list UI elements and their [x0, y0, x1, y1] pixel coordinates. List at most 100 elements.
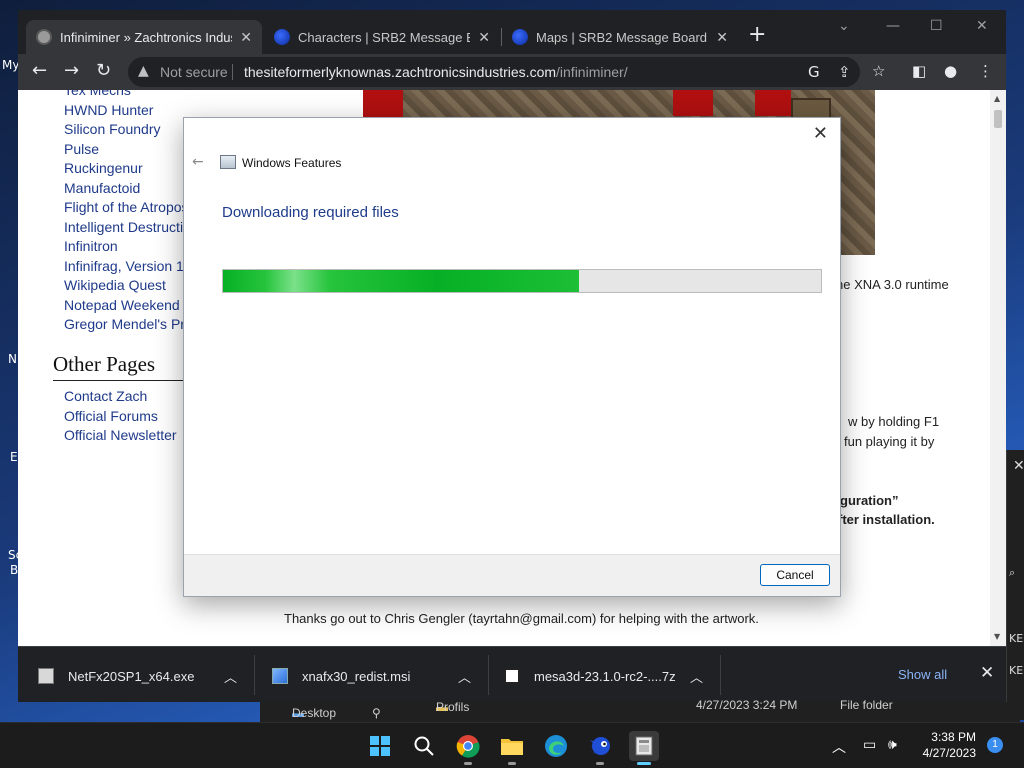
download-item[interactable]: xnafx30_redist.msi ︿ — [272, 659, 482, 693]
maximize-icon[interactable]: ☐ — [930, 18, 943, 34]
tab-characters[interactable]: Characters | SRB2 Message Boar ✕ — [264, 20, 500, 54]
chevron-up-icon[interactable]: ︿ — [458, 667, 471, 686]
sidebar-link[interactable]: Infinitron — [64, 238, 118, 254]
download-separator — [488, 655, 489, 695]
running-indicator — [464, 762, 472, 765]
sidebar-link[interactable]: Ruckingenur — [64, 160, 143, 176]
chevron-up-icon[interactable]: ︿ — [690, 667, 703, 686]
explorer-window-fragment: ✕ ⌕ KE KE — [1006, 450, 1024, 720]
file-explorer-icon[interactable] — [497, 731, 527, 765]
close-shelf-icon[interactable]: ✕ — [980, 663, 994, 683]
newsletter-link[interactable]: Official Newsletter — [64, 427, 177, 443]
search-icon: ⌕ — [1009, 566, 1016, 579]
warning-icon[interactable]: ▲ — [138, 63, 149, 79]
exe-icon — [38, 668, 54, 684]
dialog-footer: Cancel — [184, 554, 840, 596]
download-separator — [254, 655, 255, 695]
close-icon[interactable]: ✕ — [716, 29, 728, 46]
clock[interactable]: 3:38 PM 4/27/2023 — [912, 729, 976, 761]
page-scrollbar[interactable]: ▲ ▼ — [990, 90, 1006, 646]
chevron-up-icon[interactable]: ︿ — [224, 667, 237, 686]
reload-icon[interactable]: ↻ — [96, 60, 111, 81]
edge-icon[interactable] — [541, 731, 571, 761]
security-status[interactable]: Not secure — [160, 64, 228, 80]
sidebar-link[interactable]: Intelligent Destruction — [64, 219, 199, 235]
close-icon[interactable]: ✕ — [478, 29, 490, 46]
bookmark-star-icon[interactable]: ☆ — [872, 62, 885, 80]
clock-time: 3:38 PM — [931, 730, 976, 744]
tab-title: Maps | SRB2 Message Board — [536, 29, 708, 45]
sonic-app-icon[interactable] — [585, 731, 615, 765]
back-arrow-icon[interactable]: ← — [192, 154, 204, 170]
fun-text: fun playing it by — [844, 434, 935, 449]
chrome-icon[interactable] — [453, 731, 483, 765]
forums-link[interactable]: Official Forums — [64, 408, 158, 424]
show-hidden-icons-chevron[interactable]: ︿ — [832, 737, 846, 757]
7z-icon — [504, 668, 520, 684]
close-icon[interactable]: ✕ — [813, 123, 828, 144]
credits-text: Thanks go out to Chris Gengler (tayrtahn… — [284, 611, 759, 626]
sidebar-link[interactable]: Tex Mechs — [64, 90, 131, 98]
red-block — [673, 90, 713, 116]
volume-icon[interactable]: 🕪 — [888, 737, 897, 753]
notification-badge[interactable]: 1 — [987, 737, 1003, 753]
sidebar-link[interactable]: HWND Hunter — [64, 102, 153, 118]
close-window-icon[interactable]: ✕ — [976, 18, 988, 34]
desktop-label-3: E — [10, 450, 18, 464]
cancel-button[interactable]: Cancel — [760, 564, 830, 586]
start-icon[interactable] — [365, 731, 395, 761]
show-all-link[interactable]: Show all — [898, 667, 947, 682]
sidebar-link[interactable]: Manufactoid — [64, 180, 140, 196]
side-panel-icon[interactable]: ◧ — [912, 62, 926, 80]
network-icon[interactable]: ▭ — [863, 737, 876, 753]
back-icon[interactable]: ← — [32, 60, 47, 81]
scroll-thumb[interactable] — [994, 110, 1002, 128]
scroll-up-icon[interactable]: ▲ — [994, 94, 1000, 103]
dialog-title: Windows Features — [242, 156, 342, 170]
explorer-strip: ▬ Desktop ⚲ ▬ Profils 4/27/2023 3:24 PM F… — [260, 698, 1020, 722]
heading-rule — [53, 380, 183, 381]
download-filename: xnafx30_redist.msi — [302, 668, 411, 684]
download-filename: NetFx20SP1_x64.exe — [68, 668, 195, 684]
url-domain: thesiteformerlyknownas.zachtronicsindust… — [244, 64, 557, 80]
tab-maps[interactable]: Maps | SRB2 Message Board ✕ — [502, 20, 738, 54]
running-indicator — [596, 762, 604, 765]
wordpress-icon — [36, 29, 52, 45]
folder-date: 4/27/2023 3:24 PM — [696, 698, 798, 712]
sidebar-link[interactable]: Gregor Mendel's Pro — [64, 316, 193, 332]
download-item[interactable]: NetFx20SP1_x64.exe ︿ — [38, 659, 238, 693]
taskbar: ︿ ▭ 🕪 3:38 PM 4/27/2023 1 — [0, 722, 1024, 768]
close-icon[interactable]: ✕ — [240, 29, 252, 46]
sidebar-link[interactable]: Silicon Foundry — [64, 121, 161, 137]
scroll-down-icon[interactable]: ▼ — [994, 632, 1000, 641]
installer-icon[interactable] — [629, 731, 659, 765]
search-icon[interactable] — [409, 731, 439, 761]
profile-icon[interactable]: ● — [944, 62, 957, 80]
new-tab-button[interactable]: + — [748, 24, 766, 46]
download-shelf: NetFx20SP1_x64.exe ︿ xnafx30_redist.msi … — [18, 646, 1006, 702]
address-bar[interactable]: ▲ Not secure thesiteformerlyknownas.zach… — [128, 57, 860, 87]
url-path: /infiniminer/ — [556, 64, 628, 80]
sonic-icon — [274, 29, 290, 45]
sidebar-link[interactable]: Notepad Weekend — [64, 297, 180, 313]
google-icon[interactable]: G — [808, 63, 820, 81]
sidebar-link[interactable]: Wikipedia Quest — [64, 277, 166, 293]
tab-strip: Infiniminer » Zachtronics Industri ✕ Cha… — [18, 10, 1006, 54]
tab-search-icon[interactable]: ⌄ — [838, 18, 850, 34]
forward-icon[interactable]: → — [64, 60, 79, 81]
tab-infiniminer[interactable]: Infiniminer » Zachtronics Industri ✕ — [26, 20, 262, 54]
contact-link[interactable]: Contact Zach — [64, 388, 147, 404]
share-icon[interactable]: ⇪ — [838, 63, 851, 81]
sidebar-link[interactable]: Pulse — [64, 141, 99, 157]
download-item[interactable]: mesa3d-23.1.0-rc2-....7z ︿ — [504, 659, 714, 693]
browser-toolbar: ← → ↻ ▲ Not secure thesiteformerlyknowna… — [18, 54, 1006, 90]
sidebar-link[interactable]: Infinifrag, Version 1.1 — [64, 258, 196, 274]
sidebar-link[interactable]: Flight of the Atropos — [64, 199, 189, 215]
sonic-icon — [512, 29, 528, 45]
pin-icon: ⚲ — [372, 706, 381, 720]
minimize-icon[interactable]: — — [886, 18, 900, 34]
url-text[interactable]: thesiteformerlyknownas.zachtronicsindust… — [244, 64, 628, 80]
windows-features-icon — [220, 155, 236, 169]
dialog-heading: Downloading required files — [222, 204, 399, 221]
menu-icon[interactable]: ⋮ — [978, 62, 993, 80]
